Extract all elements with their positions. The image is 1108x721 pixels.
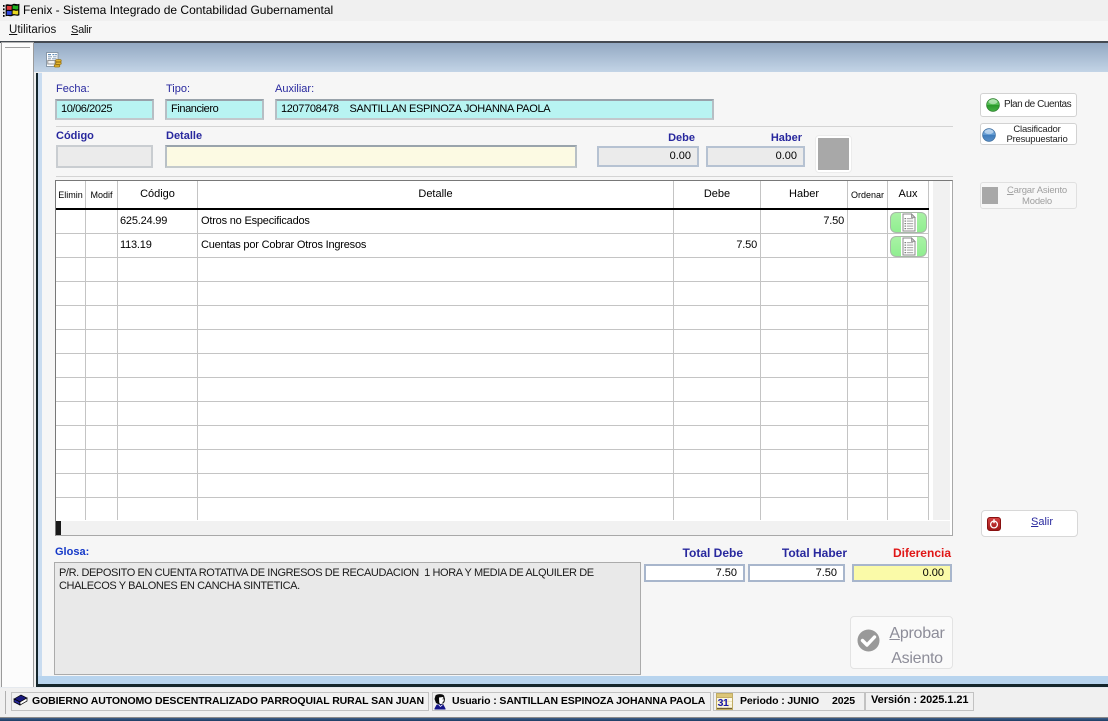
svg-text:31: 31 [718, 697, 729, 709]
